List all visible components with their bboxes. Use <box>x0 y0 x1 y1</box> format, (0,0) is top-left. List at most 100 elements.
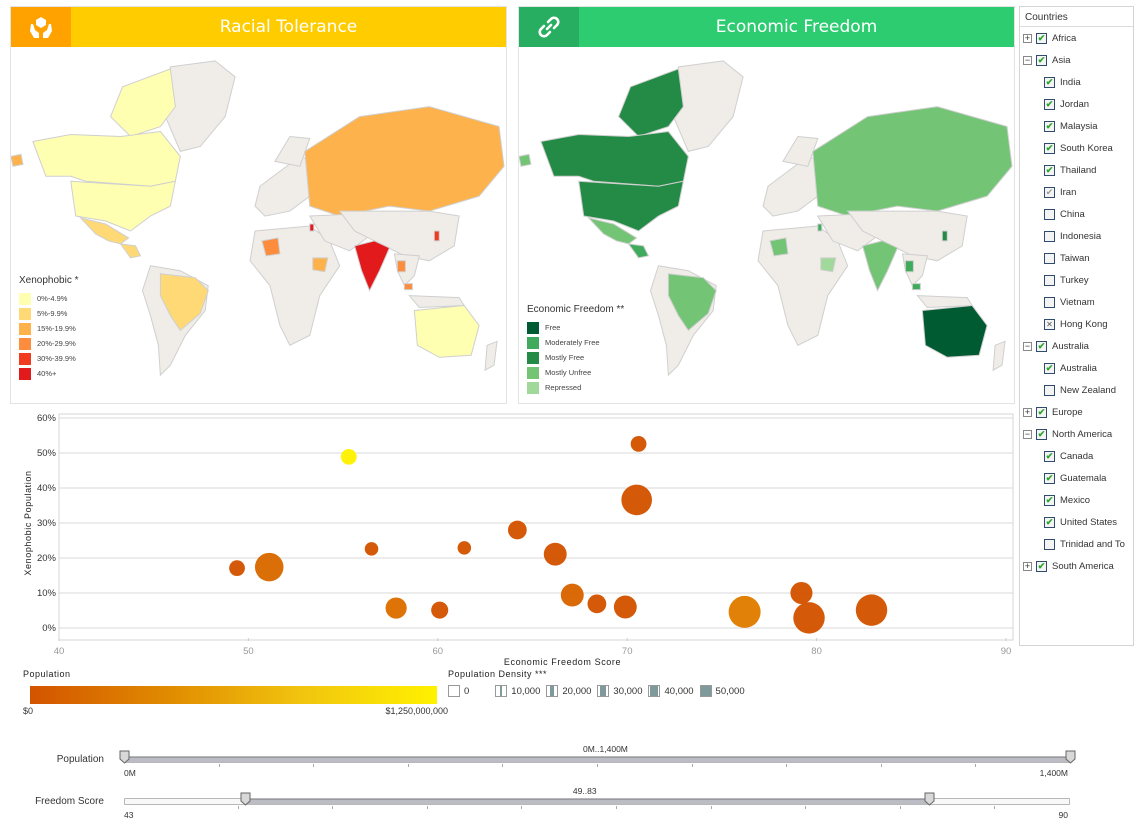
checkbox-checked[interactable]: ✔ <box>1044 362 1055 374</box>
checkbox-checked[interactable]: ✔ <box>1044 516 1055 528</box>
tree-group-row[interactable]: + ✔ Africa <box>1020 27 1133 49</box>
map-region-greenland[interactable] <box>672 60 744 152</box>
checkbox-unchecked[interactable] <box>1044 230 1055 242</box>
population-slider-track[interactable] <box>124 756 1070 763</box>
checkbox-partial[interactable]: ✔ <box>1044 186 1055 198</box>
tree-country-row[interactable]: ✕ Hong Kong <box>1020 313 1133 335</box>
tree-country-row[interactable]: Turkey <box>1020 269 1133 291</box>
bubble-point[interactable] <box>613 595 637 619</box>
checkbox-checked[interactable]: ✔ <box>1036 32 1047 44</box>
tree-group-row[interactable]: − ✔ Asia <box>1020 49 1133 71</box>
freedom-score-slider-low-handle[interactable] <box>240 792 251 806</box>
checkbox-unchecked[interactable] <box>1044 296 1055 308</box>
population-slider-range[interactable] <box>125 757 1069 762</box>
population-slider-low-handle[interactable] <box>119 750 130 764</box>
bubble-point[interactable] <box>790 581 813 605</box>
bubble-point[interactable] <box>855 594 888 626</box>
map-region-northCanada[interactable] <box>110 68 176 138</box>
checkbox-unchecked[interactable] <box>1044 274 1055 286</box>
checkbox-checked[interactable]: ✔ <box>1044 472 1055 484</box>
map-region-centralAm[interactable] <box>627 243 650 259</box>
tree-country-row[interactable]: Trinidad and To <box>1020 533 1133 555</box>
tree-country-row[interactable]: ✔ Thailand <box>1020 159 1133 181</box>
freedom-score-slider[interactable]: Freedom Score 49..83 43 90 <box>0 786 1144 830</box>
map-region-jordan[interactable] <box>817 223 823 232</box>
map-region-ethiopia[interactable] <box>312 257 329 273</box>
checkbox-checked[interactable]: ✔ <box>1044 494 1055 506</box>
checkbox-checked[interactable]: ✔ <box>1044 450 1055 462</box>
tree-country-row[interactable]: ✔ South Korea <box>1020 137 1133 159</box>
checkbox-mixed[interactable]: ✕ <box>1044 318 1055 330</box>
map-region-korea[interactable] <box>433 230 440 242</box>
collapse-icon[interactable]: − <box>1023 429 1032 439</box>
freedom-score-slider-high-handle[interactable] <box>924 792 935 806</box>
tree-country-row[interactable]: ✔ Malaysia <box>1020 115 1133 137</box>
expand-icon[interactable]: + <box>1023 561 1032 571</box>
racial-tolerance-map[interactable] <box>11 47 506 403</box>
map-region-india[interactable] <box>353 240 391 292</box>
checkbox-checked[interactable]: ✔ <box>1036 406 1047 418</box>
tree-country-row[interactable]: ✔ Iran <box>1020 181 1133 203</box>
population-slider-high-handle[interactable] <box>1065 750 1076 764</box>
expand-icon[interactable]: + <box>1023 407 1032 417</box>
map-region-jordan[interactable] <box>309 223 315 232</box>
bubble-point[interactable] <box>385 597 407 619</box>
tree-country-row[interactable]: New Zealand <box>1020 379 1133 401</box>
map-region-india[interactable] <box>861 240 899 292</box>
checkbox-checked[interactable]: ✔ <box>1036 428 1047 440</box>
tree-group-row[interactable]: + ✔ South America <box>1020 555 1133 577</box>
tree-group-row[interactable]: − ✔ North America <box>1020 423 1133 445</box>
checkbox-checked[interactable]: ✔ <box>1036 54 1047 66</box>
checkbox-checked[interactable]: ✔ <box>1044 164 1055 176</box>
map-region-thailand[interactable] <box>396 260 406 273</box>
tree-group-row[interactable]: − ✔ Australia <box>1020 335 1133 357</box>
checkbox-unchecked[interactable] <box>1044 384 1055 396</box>
map-region-canada[interactable] <box>540 130 689 187</box>
bubble-point[interactable] <box>543 542 567 566</box>
checkbox-checked[interactable]: ✔ <box>1036 560 1047 572</box>
map-region-malaysia[interactable] <box>911 283 921 291</box>
tree-country-row[interactable]: ✔ Jordan <box>1020 93 1133 115</box>
map-region-australia[interactable] <box>413 305 480 358</box>
bubble-point[interactable] <box>507 520 527 540</box>
checkbox-checked[interactable]: ✔ <box>1044 120 1055 132</box>
map-region-australia[interactable] <box>921 305 988 358</box>
tree-country-row[interactable]: China <box>1020 203 1133 225</box>
map-region-korea[interactable] <box>941 230 948 242</box>
bubble-point[interactable] <box>254 552 284 582</box>
map-region-canada[interactable] <box>32 130 181 187</box>
bubble-point[interactable] <box>587 594 607 614</box>
map-region-indonesia[interactable] <box>408 295 466 309</box>
checkbox-checked[interactable]: ✔ <box>1044 76 1055 88</box>
bubble-point[interactable] <box>621 484 652 516</box>
bubble-point[interactable] <box>630 436 647 452</box>
bubble-point[interactable] <box>793 602 825 634</box>
bubble-point[interactable] <box>457 541 472 555</box>
checkbox-unchecked[interactable] <box>1044 538 1055 550</box>
countries-tree[interactable]: Countries + ✔ Africa − ✔ Asia ✔ India ✔ Jordan ✔ Ma… <box>1019 6 1134 646</box>
expand-icon[interactable]: + <box>1023 33 1032 43</box>
checkbox-checked[interactable]: ✔ <box>1044 98 1055 110</box>
map-region-northCanada[interactable] <box>618 68 684 138</box>
tree-country-row[interactable]: ✔ Mexico <box>1020 489 1133 511</box>
bubble-point[interactable] <box>364 542 379 556</box>
collapse-icon[interactable]: − <box>1023 55 1032 65</box>
map-region-nz[interactable] <box>484 340 498 372</box>
tree-country-row[interactable]: ✔ Canada <box>1020 445 1133 467</box>
freedom-score-slider-range[interactable] <box>245 799 929 804</box>
map-region-alaskaTip[interactable] <box>519 153 532 167</box>
map-region-thailand[interactable] <box>904 260 914 273</box>
checkbox-unchecked[interactable] <box>1044 252 1055 264</box>
tree-country-row[interactable]: Indonesia <box>1020 225 1133 247</box>
tree-country-row[interactable]: Taiwan <box>1020 247 1133 269</box>
checkbox-checked[interactable]: ✔ <box>1036 340 1047 352</box>
map-region-russia[interactable] <box>304 106 505 217</box>
map-region-centralAm[interactable] <box>119 243 142 259</box>
map-region-alaskaTip[interactable] <box>11 153 24 167</box>
population-slider[interactable]: Population 0M..1,400M 0M 1,400M <box>0 744 1144 788</box>
tree-country-row[interactable]: Vietnam <box>1020 291 1133 313</box>
bubble-point[interactable] <box>728 595 761 628</box>
bubble-point[interactable] <box>431 601 449 619</box>
bubble-point[interactable] <box>560 583 584 607</box>
map-region-russia[interactable] <box>812 106 1013 217</box>
